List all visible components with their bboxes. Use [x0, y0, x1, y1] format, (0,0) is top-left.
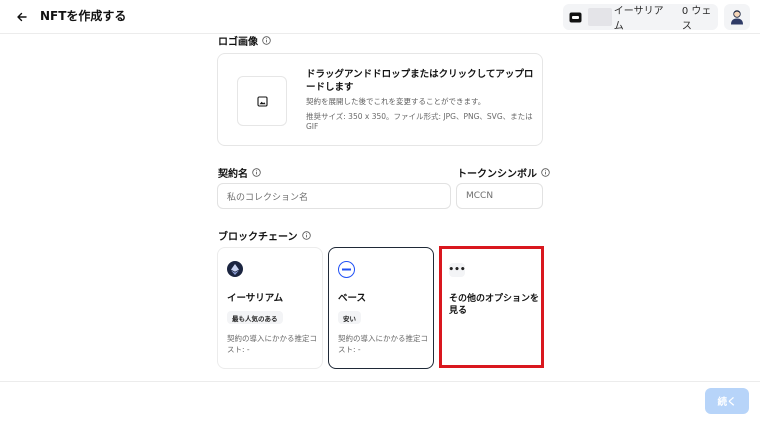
logo-preview: [237, 76, 287, 126]
chain-badge: 最も人気のある: [227, 311, 283, 324]
user-avatar-button[interactable]: [724, 4, 750, 30]
wallet-button[interactable]: イーサリアム 0 ウェス: [563, 4, 718, 32]
token-symbol-label: トークンシンボル: [457, 165, 550, 180]
token-symbol-placeholder: MCCN: [466, 191, 494, 201]
upload-title: ドラッグアンドドロップまたはクリックしてアップロードします: [306, 69, 534, 93]
contract-name-input[interactable]: 私のコレクション名: [217, 183, 451, 209]
chain-name: イーサリアム: [227, 293, 284, 304]
chain-option-ethereum[interactable]: イーサリアム 最も人気のある 契約の導入にかかる推定コスト: -: [217, 247, 323, 369]
more-chain-options[interactable]: ••• その他のオプションを見る: [439, 246, 544, 368]
more-options-label: その他のオプションを見る: [449, 294, 540, 316]
contract-name-label-text: 契約名: [218, 169, 248, 180]
arrow-left-icon: [17, 12, 27, 22]
logo-image-label-text: ロゴ画像: [218, 37, 258, 48]
wallet-chain-name: イーサリアム: [613, 6, 664, 32]
blockchain-label-text: ブロックチェーン: [218, 232, 298, 243]
info-icon[interactable]: [252, 168, 261, 177]
token-symbol-label-text: トークンシンボル: [457, 169, 537, 180]
base-logo-icon: [338, 261, 355, 278]
wallet-address-redacted: [588, 8, 612, 26]
wallet-balance: 0 ウェス: [681, 6, 712, 32]
back-button[interactable]: [12, 7, 32, 27]
token-symbol-input[interactable]: MCCN: [456, 183, 543, 209]
info-icon[interactable]: [262, 36, 271, 45]
info-icon[interactable]: [541, 168, 550, 177]
user-avatar-icon: [731, 10, 743, 25]
more-dots-icon: •••: [448, 263, 466, 277]
logo-image-label: ロゴ画像: [218, 33, 271, 48]
top-bar: NFTを作成する イーサリアム 0 ウェス: [0, 0, 760, 34]
contract-name-placeholder: 私のコレクション名: [227, 192, 309, 203]
page-title: NFTを作成する: [40, 9, 127, 23]
chain-badge: 安い: [338, 311, 361, 324]
continue-button[interactable]: 続く: [705, 388, 749, 414]
image-icon: [256, 95, 268, 107]
logo-upload-dropzone[interactable]: ドラッグアンドドロップまたはクリックしてアップロードします 契約を展開した後でこ…: [217, 53, 543, 146]
chain-cost: 契約の導入にかかる推定コスト: -: [338, 334, 428, 354]
info-icon[interactable]: [301, 231, 311, 240]
chain-name: ベース: [338, 293, 367, 304]
ethereum-logo-icon: [227, 261, 243, 277]
chain-option-base[interactable]: ベース 安い 契約の導入にかかる推定コスト: -: [328, 247, 434, 369]
upload-hint: 推奨サイズ: 350 x 350。ファイル形式: JPG、PNG、SVG、または…: [306, 112, 533, 131]
chain-cost: 契約の導入にかかる推定コスト: -: [227, 334, 317, 354]
upload-subtitle: 契約を展開した後でこれを変更することができます。: [306, 97, 486, 106]
footer-bar: 続く: [0, 381, 760, 421]
blockchain-label: ブロックチェーン: [218, 228, 311, 243]
wallet-icon: [569, 10, 582, 24]
contract-name-label: 契約名: [218, 165, 261, 180]
